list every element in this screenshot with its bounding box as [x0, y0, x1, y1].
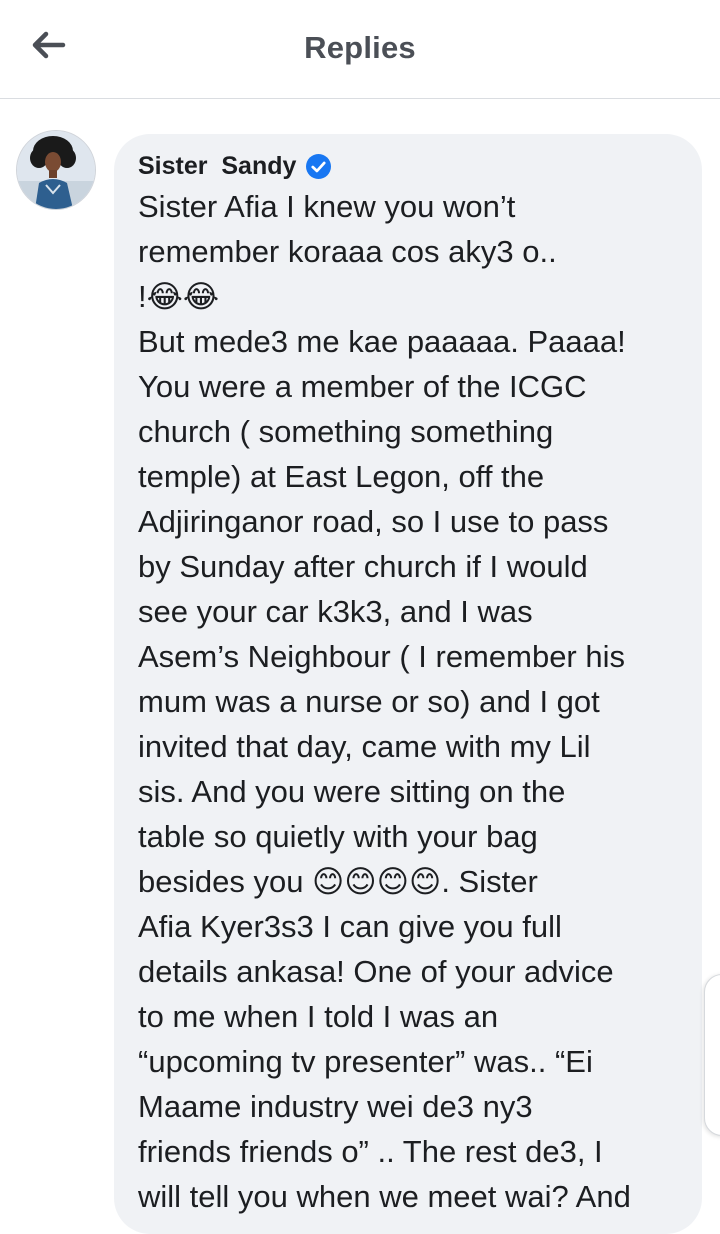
- verified-badge-icon: [306, 153, 332, 179]
- comment-text: Sister Afia I knew you won’t remember ko…: [138, 189, 631, 1214]
- avatar[interactable]: [17, 131, 95, 209]
- comment-author-row: Sister Sandy: [138, 150, 332, 182]
- top-bar: Replies: [0, 0, 720, 99]
- edge-card: [704, 974, 720, 1136]
- page-title: Replies: [304, 30, 416, 65]
- profile-photo: [17, 131, 95, 209]
- author-name[interactable]: Sister Sandy: [138, 152, 296, 181]
